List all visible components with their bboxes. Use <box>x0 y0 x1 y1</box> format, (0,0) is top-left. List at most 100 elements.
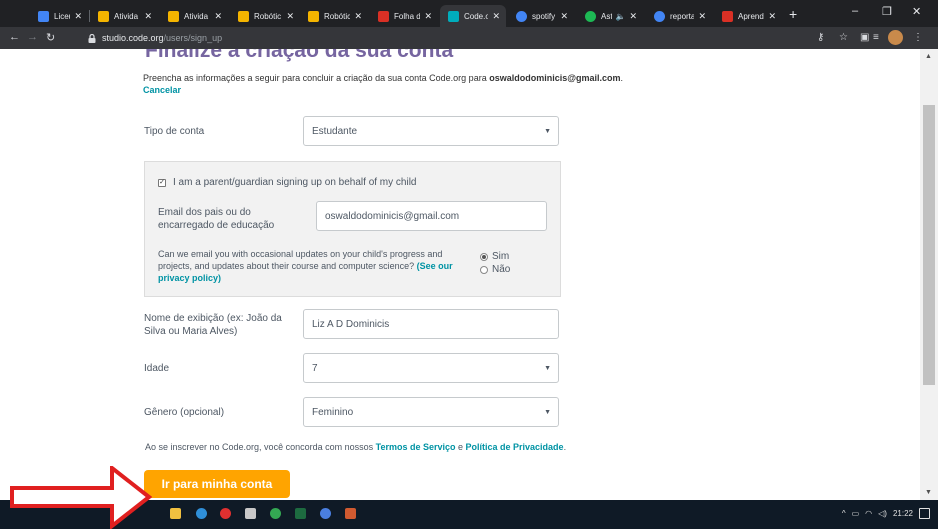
browser-toolbar: ← → ↻ studio.code.org/users/sign_up ⚷ ☆ … <box>0 27 938 49</box>
reload-icon[interactable]: ↻ <box>46 31 55 44</box>
parent-checkbox-label: I am a parent/guardian signing up on beh… <box>173 177 417 188</box>
tab-4[interactable]: Robótic ✕ <box>300 5 368 27</box>
intro-prefix: Preencha as informações a seguir para co… <box>143 73 490 83</box>
terms-and: e <box>455 442 466 452</box>
key-icon[interactable]: ⚷ <box>817 32 824 43</box>
close-icon[interactable]: ✕ <box>286 11 294 22</box>
gender-select[interactable]: Feminino ▼ <box>303 397 559 427</box>
tab-title: Ativida <box>184 11 209 21</box>
display-name-value: Liz A D Dominicis <box>312 318 390 330</box>
slides-icon <box>238 10 249 22</box>
terms-of-service-link[interactable]: Termos de Serviço <box>376 442 456 452</box>
slides-icon <box>308 10 319 22</box>
terms-prefix: Ao se inscrever no Code.org, você concor… <box>145 442 376 452</box>
close-icon[interactable]: ✕ <box>354 11 362 22</box>
star-icon[interactable]: ☆ <box>839 32 848 43</box>
tab-8[interactable]: Ast 🔈 ✕ <box>577 5 643 27</box>
intro-email: oswaldodominicis@gmail.com <box>489 73 621 83</box>
account-type-label: Tipo de conta <box>144 126 205 137</box>
terms-suffix: . <box>563 442 567 452</box>
close-icon[interactable]: ✕ <box>214 11 222 22</box>
gender-value: Feminino <box>312 406 354 418</box>
parent-email-input[interactable]: oswaldodominicis@gmail.com <box>316 201 547 231</box>
close-window-button[interactable]: ✕ <box>912 5 921 18</box>
chrome-icon[interactable] <box>270 508 281 519</box>
new-tab-button[interactable]: + <box>789 6 797 22</box>
age-select[interactable]: 7 ▼ <box>303 353 559 383</box>
store-icon[interactable] <box>170 508 181 519</box>
close-icon[interactable]: ✕ <box>768 11 776 22</box>
close-icon[interactable]: ✕ <box>698 11 706 22</box>
back-arrow-icon[interactable]: ← <box>9 31 20 43</box>
forward-arrow-icon[interactable]: → <box>27 31 38 43</box>
tab-0[interactable]: Liceu P ✕ <box>30 5 88 27</box>
profile-avatar[interactable] <box>888 30 903 45</box>
google-icon <box>516 10 527 22</box>
chevron-up-icon[interactable]: ^ <box>842 509 846 518</box>
tab-5[interactable]: Folha d ✕ <box>370 5 438 27</box>
signup-page: Finalize a criação da sua conta Preencha… <box>0 49 920 500</box>
reading-list-icon[interactable]: ≡ <box>873 32 879 43</box>
minimize-button[interactable]: – <box>852 5 858 17</box>
maximize-button[interactable]: ❐ <box>882 5 892 18</box>
tab-title: Liceu P <box>54 11 70 21</box>
dropdown-caret-icon: ▼ <box>544 128 551 135</box>
close-icon[interactable]: ✕ <box>492 11 500 22</box>
tab-3[interactable]: Robótic ✕ <box>230 5 300 27</box>
opera-icon[interactable] <box>220 508 231 519</box>
go-to-account-button[interactable]: Ir para minha conta <box>144 470 290 498</box>
tab-10[interactable]: Aprend ✕ <box>714 5 782 27</box>
radio-sim[interactable] <box>480 253 488 261</box>
wifi-icon[interactable]: ◠ <box>865 509 872 518</box>
edge-icon[interactable] <box>196 508 207 519</box>
menu-kebab-icon[interactable]: ⋮ <box>913 32 923 43</box>
radio-sim-label: Sim <box>492 251 510 262</box>
slides-icon <box>98 10 109 22</box>
scroll-thumb[interactable] <box>923 105 935 385</box>
messenger-icon[interactable] <box>320 508 331 519</box>
intro-text: Preencha as informações a seguir para co… <box>143 73 623 83</box>
page-scrollbar[interactable]: ▲ ▼ <box>920 49 938 500</box>
url-host: studio.code.org <box>102 33 164 43</box>
scroll-up-icon[interactable]: ▲ <box>925 53 932 60</box>
code-org-icon <box>448 10 459 22</box>
screen: Liceu P ✕ Ativida ✕ Ativida ✕ Robótic ✕ … <box>0 0 938 529</box>
tab-7[interactable]: spotify ✕ <box>508 5 574 27</box>
tab-title: reporta <box>670 11 695 21</box>
tab-6-active[interactable]: Code.o ✕ <box>440 5 506 27</box>
display-name-label: Nome de exibição (ex: João da Silva ou M… <box>144 313 282 337</box>
close-icon[interactable]: ✕ <box>560 11 568 22</box>
speaker-icon: 🔈 <box>615 11 626 21</box>
privacy-link[interactable]: Política de Privacidade <box>466 442 564 452</box>
close-icon[interactable]: ✕ <box>424 11 432 22</box>
display-name-input[interactable]: Liz A D Dominicis <box>303 309 559 339</box>
clock[interactable]: 21:22 <box>893 509 913 518</box>
close-icon[interactable]: ✕ <box>144 11 152 22</box>
extension-icon[interactable]: ▣ <box>860 32 869 43</box>
notification-icon[interactable] <box>919 508 930 519</box>
address-bar[interactable]: studio.code.org/users/sign_up <box>88 30 808 46</box>
tab-2[interactable]: Ativida ✕ <box>160 5 228 27</box>
app-icon[interactable] <box>345 508 356 519</box>
red-arrow-annotation <box>10 466 152 529</box>
close-icon[interactable]: ✕ <box>74 11 82 22</box>
calculator-icon[interactable] <box>245 508 256 519</box>
age-label: Idade <box>144 363 170 374</box>
radio-nao-label: Não <box>492 264 511 275</box>
slides-icon <box>168 10 179 22</box>
parent-section: ✓ I am a parent/guardian signing up on b… <box>144 161 561 297</box>
gender-label: Gênero (opcional) <box>144 407 225 418</box>
tab-9[interactable]: reporta ✕ <box>646 5 712 27</box>
volume-icon[interactable]: ◁) <box>878 509 887 518</box>
pycharm-icon[interactable] <box>295 508 306 519</box>
scroll-down-icon[interactable]: ▼ <box>925 489 932 496</box>
radio-nao[interactable] <box>480 266 488 274</box>
site-icon <box>722 10 733 22</box>
intro-suffix: . <box>620 73 624 83</box>
cancel-link[interactable]: Cancelar <box>143 85 181 95</box>
close-icon[interactable]: ✕ <box>629 11 637 22</box>
parent-checkbox[interactable]: ✓ <box>158 179 166 187</box>
account-type-select[interactable]: Estudante ▼ <box>303 116 559 146</box>
tab-1[interactable]: Ativida ✕ <box>90 5 158 27</box>
battery-icon[interactable]: ▭ <box>852 509 860 518</box>
